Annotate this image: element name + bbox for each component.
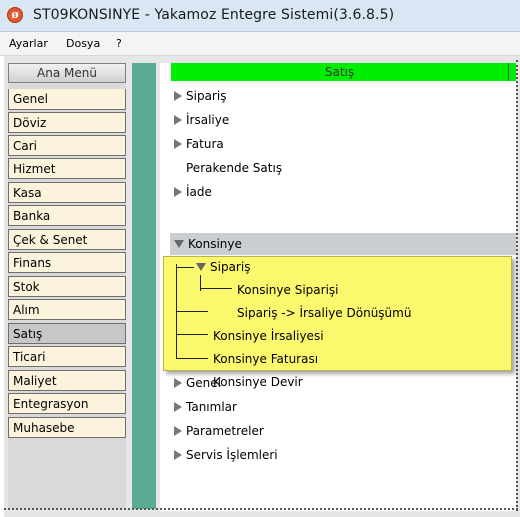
tree-connector: [176, 358, 208, 359]
expand-arrow-icon: [174, 187, 182, 197]
sidebar-item-finans[interactable]: Finans: [8, 252, 126, 273]
sidebar-item-doviz[interactable]: Döviz: [8, 112, 126, 133]
expand-arrow-icon: [174, 91, 182, 101]
sidebar-header: Ana Menü: [8, 63, 126, 83]
tree-item-siparis[interactable]: Sipariş: [174, 86, 226, 106]
content-header: Satış: [171, 63, 508, 81]
tree-item-fatura[interactable]: Fatura: [174, 134, 224, 154]
expand-arrow-icon: [174, 115, 182, 125]
bottom-edge: [4, 508, 518, 511]
menu-dosya[interactable]: Dosya: [66, 37, 100, 50]
sidebar-item-entegrasyon[interactable]: Entegrasyon: [8, 393, 126, 414]
sidebar-item-kasa[interactable]: Kasa: [8, 182, 126, 203]
tree-item-tanimlar[interactable]: Tanımlar: [174, 397, 237, 417]
submenu-item-konsinye-siparisi[interactable]: Konsinye Siparişi: [237, 280, 338, 300]
expand-arrow-icon: [174, 450, 182, 460]
tree-item-servis-islemleri[interactable]: Servis İşlemleri: [174, 445, 278, 465]
app-logo-icon: ø: [7, 7, 23, 23]
submenu-item-konsinye-faturasi[interactable]: Konsinye Faturası: [213, 349, 318, 369]
header-edge: [508, 63, 516, 81]
expand-arrow-icon: [174, 378, 182, 388]
tree-item-perakende-satis[interactable]: Perakende Satış: [186, 158, 282, 178]
tree-item-iade[interactable]: İade: [174, 182, 212, 202]
tree-item-irsaliye[interactable]: İrsaliye: [174, 110, 229, 130]
window-title: ST09KONSINYE - Yakamoz Entegre Sistemi(3…: [33, 7, 395, 23]
sidebar-item-satis[interactable]: Satış: [8, 323, 126, 344]
tree-item-konsinye[interactable]: Konsinye: [174, 234, 242, 254]
tree-connector: [176, 334, 208, 335]
sidebar-item-alim[interactable]: Alım: [8, 299, 126, 320]
sidebar-item-cek-senet[interactable]: Çek & Senet: [8, 229, 126, 250]
submenu-item-siparis[interactable]: Sipariş: [196, 257, 250, 277]
tree-connector: [176, 267, 194, 268]
sidebar-item-maliyet[interactable]: Maliyet: [8, 370, 126, 391]
sidebar-item-muhasebe[interactable]: Muhasebe: [8, 417, 126, 438]
submenu-item-siparis-irsaliye-donusumu[interactable]: Sipariş -> İrsaliye Dönüşümü: [237, 303, 411, 323]
menu-help[interactable]: ?: [116, 37, 122, 50]
menu-ayarlar[interactable]: Ayarlar: [9, 37, 48, 50]
right-edge: [516, 60, 518, 511]
tree-item-genel[interactable]: Genel: [174, 373, 221, 393]
title-bar: ø ST09KONSINYE - Yakamoz Entegre Sistemi…: [0, 0, 520, 32]
sidebar-item-hizmet[interactable]: Hizmet: [8, 158, 126, 179]
expand-arrow-icon: [174, 426, 182, 436]
collapse-arrow-icon: [174, 240, 184, 248]
sidebar-item-ticari[interactable]: Ticari: [8, 346, 126, 367]
tree-connector: [200, 288, 232, 289]
menu-bar: Ayarlar Dosya ?: [0, 32, 520, 56]
collapse-arrow-icon: [196, 263, 206, 271]
panel-splitter[interactable]: [132, 63, 156, 509]
expand-arrow-icon: [174, 139, 182, 149]
tree-connector: [200, 288, 201, 291]
submenu-item-konsinye-devir[interactable]: Konsinye Devir: [213, 372, 303, 392]
tree-connector: [176, 311, 208, 312]
submenu-item-konsinye-irsaliyesi[interactable]: Konsinye İrsaliyesi: [213, 326, 324, 346]
sidebar-item-cari[interactable]: Cari: [8, 135, 126, 156]
sidebar-item-stok[interactable]: Stok: [8, 276, 126, 297]
sidebar-item-genel[interactable]: Genel: [8, 89, 126, 110]
tree-item-parametreler[interactable]: Parametreler: [174, 421, 264, 441]
expand-arrow-icon: [174, 402, 182, 412]
sidebar-item-banka[interactable]: Banka: [8, 205, 126, 226]
